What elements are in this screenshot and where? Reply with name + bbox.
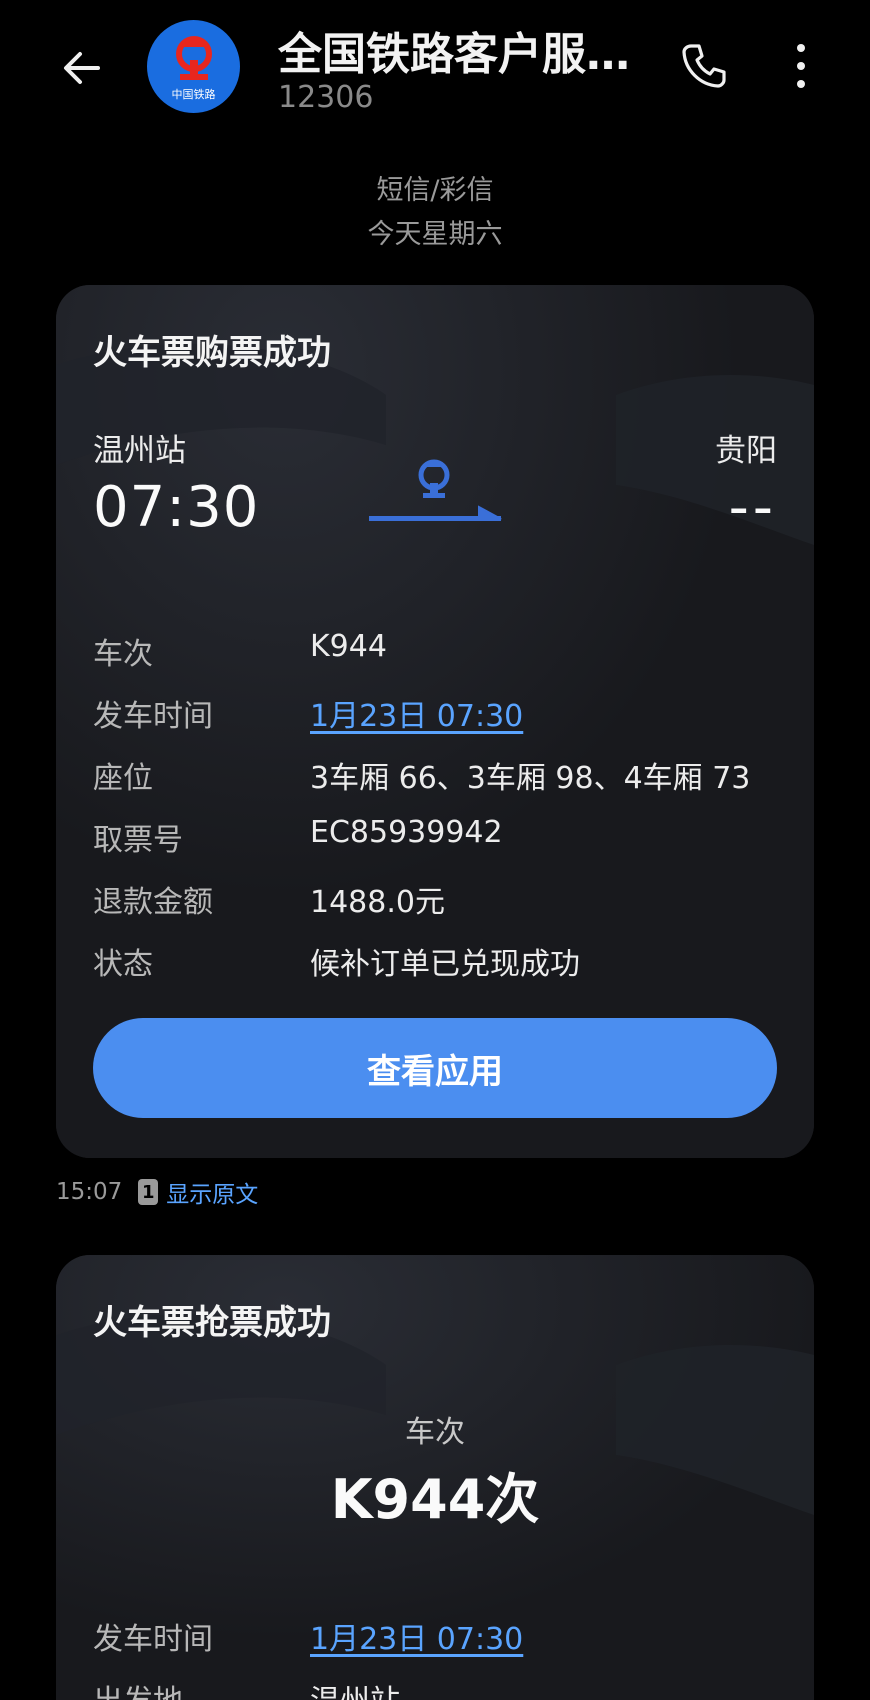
show-original-link[interactable]: 显示原文	[166, 1175, 258, 1209]
info-value: 1488.0元	[310, 885, 445, 920]
more-vertical-icon	[797, 44, 805, 88]
info-label: 车次	[93, 637, 153, 672]
avatar-caption: 中国铁路	[171, 87, 216, 101]
info-label: 座位	[93, 761, 153, 796]
info-row-train: 车次 K944	[93, 629, 793, 672]
message-type-label: 短信/彩信	[376, 175, 494, 206]
contact-number: 12306	[278, 80, 374, 115]
view-app-button[interactable]: 查看应用	[93, 1018, 777, 1118]
message-footer: 15:07 1 显示原文	[56, 1174, 258, 1210]
phone-icon	[682, 44, 726, 88]
info-label: 发车时间	[93, 699, 213, 734]
card-title: 火车票购票成功	[93, 333, 331, 373]
departure-station: 温州站	[93, 433, 186, 469]
info-row-ticket-number: 取票号 EC85939942	[93, 815, 793, 858]
arrival-station: 贵阳	[715, 433, 777, 469]
info-label: 退款金额	[93, 885, 213, 920]
train-number: K944次	[330, 1468, 540, 1531]
contact-avatar[interactable]: 中国铁路	[147, 20, 240, 113]
card-title: 火车票抢票成功	[93, 1303, 331, 1343]
more-options-button[interactable]	[776, 36, 826, 96]
arrival-time: --	[728, 475, 777, 540]
departure-time-link[interactable]: 1月23日 07:30	[310, 1614, 523, 1658]
call-button[interactable]	[674, 36, 734, 96]
info-row-status: 状态 候补订单已兑现成功	[93, 939, 793, 982]
info-row-departure-time: 发车时间 1月23日 07:30	[93, 691, 793, 734]
info-value: 温州站	[310, 1676, 400, 1700]
ticket-purchase-card: 火车票购票成功 温州站 07:30 贵阳 -- 车次 K944 发车时间 1月2…	[56, 285, 814, 1158]
info-value: 候补订单已兑现成功	[310, 947, 580, 982]
route-arrow-graphic	[369, 459, 502, 521]
back-button[interactable]	[52, 38, 112, 98]
info-row-refund: 退款金额 1488.0元	[93, 877, 793, 920]
info-row-origin: 出发地 温州站	[93, 1676, 793, 1700]
railway-logo-icon	[175, 35, 212, 80]
train-label: 车次	[405, 1415, 465, 1450]
date-separator: 今天星期六	[367, 219, 503, 250]
info-label: 发车时间	[93, 1622, 213, 1657]
info-row-departure-time: 发车时间 1月23日 07:30	[93, 1614, 793, 1657]
ticket-grab-card: 火车票抢票成功 车次 K944次 发车时间 1月23日 07:30 出发地 温州…	[56, 1255, 814, 1700]
back-arrow-icon	[64, 52, 100, 84]
info-value: 3车厢 66、3车厢 98、4车厢 73	[310, 761, 751, 796]
info-value: EC85939942	[310, 815, 503, 850]
departure-time: 07:30	[93, 475, 260, 540]
message-time: 15:07	[56, 1179, 123, 1205]
info-row-seat: 座位 3车厢 66、3车厢 98、4车厢 73	[93, 753, 793, 796]
info-label: 状态	[93, 947, 153, 982]
info-value: K944	[310, 629, 387, 664]
conversation-header: 中国铁路 全国铁路客户服… 12306	[0, 0, 870, 140]
departure-time-link[interactable]: 1月23日 07:30	[310, 691, 523, 735]
sim-card-icon: 1	[138, 1179, 159, 1205]
info-label: 取票号	[93, 823, 183, 858]
contact-name: 全国铁路客户服…	[278, 29, 630, 80]
info-label: 出发地	[93, 1676, 183, 1700]
